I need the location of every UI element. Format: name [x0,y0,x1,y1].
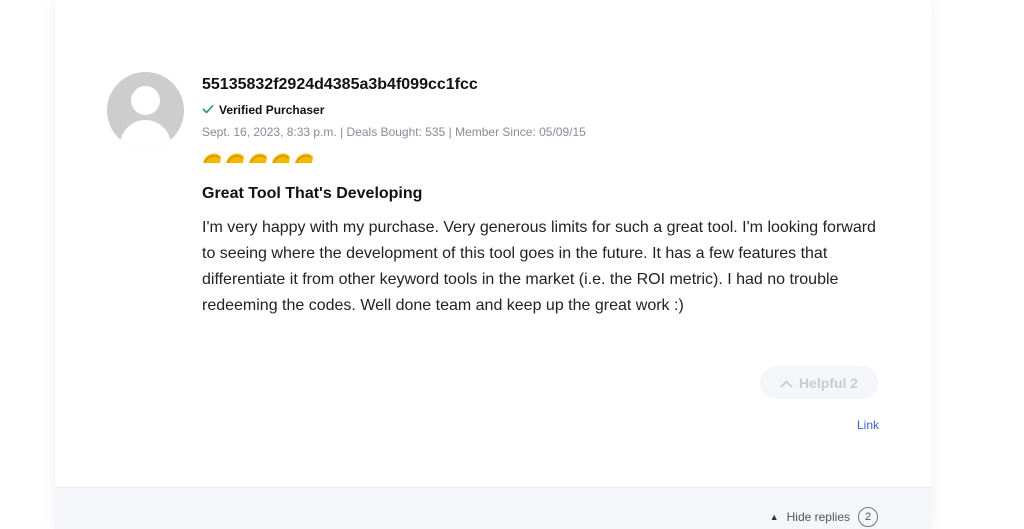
review-body: I'm very happy with my purchase. Very ge… [202,219,876,314]
helpful-label: Helpful 2 [798,374,859,391]
review-permalink[interactable]: Link [845,418,879,432]
taco-rating [202,151,882,167]
reviewer-username: 55135832f2924d4385a3b4f099cc1fcc [202,76,478,93]
review-title: Great Tool That's Developing [202,185,423,202]
review-meta: Sept. 16, 2023, 8:33 p.m. | Deals Bought… [202,125,586,139]
checkmark-icon [202,102,214,118]
taco-icon [272,153,290,164]
taco-icon [226,153,244,164]
review-card: 55135832f2924d4385a3b4f099cc1fcc Verifie… [55,0,931,529]
verified-purchaser-badge: Verified Purchaser [202,102,882,118]
hide-replies-label: Hide replies [786,510,850,524]
hide-replies-toggle[interactable]: ▲ Hide replies 2 [770,507,878,527]
avatar-head-shape [131,86,160,115]
reply-count-badge: 2 [858,507,878,527]
replies-bar: ▲ Hide replies 2 [55,487,931,529]
triangle-up-icon: ▲ [769,512,779,522]
taco-icon [249,153,267,164]
avatar [107,72,184,149]
verified-purchaser-label: Verified Purchaser [219,103,325,117]
avatar-body-shape [120,120,171,149]
helpful-button[interactable]: Helpful 2 [760,366,878,399]
taco-icon [203,153,221,164]
taco-icon [295,153,313,164]
chevron-up-icon [780,375,793,391]
review-content: 55135832f2924d4385a3b4f099cc1fcc Verifie… [202,74,882,319]
